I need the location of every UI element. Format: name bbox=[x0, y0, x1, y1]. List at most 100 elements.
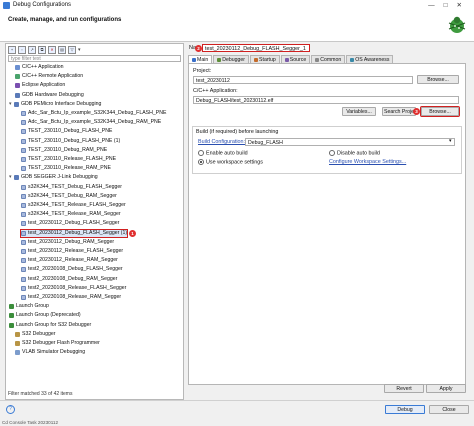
main-tab-panel: Project: test_20230112 Browse... C/C++ A… bbox=[188, 63, 466, 385]
revert-button[interactable]: Revert bbox=[384, 384, 424, 393]
console-tab[interactable]: Cd Console Task 20230112 bbox=[2, 420, 58, 425]
config-type-icon bbox=[21, 276, 26, 282]
tree-item[interactable]: TEST_230110_Debug_FLASH_PNE (1) bbox=[21, 138, 120, 145]
maximize-icon[interactable]: □ bbox=[444, 2, 457, 9]
duplicate-icon[interactable]: ⧉ bbox=[38, 45, 46, 54]
tree-group[interactable]: ▾ GDB SEGGER J-Link Debugging bbox=[9, 174, 98, 181]
minimize-icon[interactable]: — bbox=[428, 2, 444, 9]
tree-item-label: S32 Debugger Flash Programmer bbox=[22, 340, 100, 346]
tree-item-label: GDB Hardware Debugging bbox=[22, 91, 84, 98]
config-type-icon bbox=[15, 74, 20, 80]
config-type-icon bbox=[21, 267, 26, 273]
tree-item[interactable]: TEST_230110_Debug_RAM_PNE bbox=[21, 147, 107, 154]
tree-item[interactable]: C/C++ Application bbox=[15, 64, 64, 71]
tree-item[interactable]: TEST_230110_Release_RAM_PNE bbox=[21, 165, 111, 172]
dialog-header: Create, manage, and run configurations bbox=[0, 11, 474, 42]
project-browse-button[interactable]: Browse... bbox=[417, 75, 459, 84]
workspace-radio[interactable]: Use workspace settings bbox=[198, 158, 263, 166]
project-field[interactable]: test_20230112 bbox=[193, 76, 413, 84]
tree-item[interactable]: s32K344_TEST_Debug_FLASH_Segger bbox=[21, 184, 122, 191]
tree-item-label: s32K344_TEST_Debug_RAM_Segger bbox=[28, 192, 117, 199]
tree-item-label: S32 Debugger bbox=[22, 330, 56, 337]
disable-auto-radio[interactable]: Disable auto build bbox=[329, 149, 380, 156]
filter-icon[interactable]: ▽ bbox=[68, 45, 76, 54]
new-prototype-icon[interactable]: ▫ bbox=[18, 45, 26, 54]
config-type-icon bbox=[21, 166, 26, 172]
search-project-button[interactable]: Search Proje bbox=[382, 107, 416, 116]
tree-item[interactable]: s32K344_TEST_Release_FLASH_Segger bbox=[21, 202, 126, 209]
tree-item-label: C/C++ Application bbox=[22, 64, 64, 70]
close-icon[interactable]: ✕ bbox=[457, 2, 471, 9]
config-type-icon bbox=[21, 258, 26, 264]
tree-item-label: test2_20230108_Debug_FLASH_Segger bbox=[28, 266, 123, 273]
enable-auto-radio[interactable]: Enable auto build bbox=[198, 149, 248, 156]
tree-item-label: test_20230112_Debug_FLASH_Segger bbox=[28, 220, 120, 227]
tree-item[interactable]: test_20230112_Release_FLASH_Segger bbox=[21, 248, 123, 255]
tree-item[interactable]: test2_20230108_Debug_FLASH_Segger bbox=[21, 266, 123, 273]
tree-item[interactable]: Launch Group for S32 Debugger bbox=[9, 322, 91, 329]
tree-item-label: test_20230112_Release_FLASH_Segger bbox=[28, 248, 124, 254]
workspace-label: Use workspace settings bbox=[206, 159, 263, 166]
dropdown-chevron-icon[interactable]: ▾ bbox=[449, 138, 452, 144]
tree-item[interactable]: test_20230112_Debug_RAM_Segger bbox=[21, 239, 114, 246]
tree-item-label: TEST_230110_Debug_FLASH_PNE (1) bbox=[28, 137, 121, 144]
tree-item[interactable]: S32 Debugger Flash Programmer bbox=[15, 340, 100, 347]
project-label: Project: bbox=[193, 68, 212, 74]
filter-input[interactable]: type filter text bbox=[8, 55, 181, 62]
apply-button[interactable]: Apply bbox=[426, 384, 466, 393]
config-name-input[interactable]: test_20230112_Debug_FLASH_Segger_1 bbox=[202, 44, 310, 52]
tree-item[interactable]: test_20230112_Debug_FLASH_Segger bbox=[21, 220, 119, 227]
filter-menu-chevron-icon[interactable]: ▾ bbox=[78, 47, 81, 53]
config-type-icon bbox=[21, 249, 26, 254]
tree-item-label: TEST_230110_Debug_RAM_PNE bbox=[28, 146, 108, 153]
dialog-heading: Create, manage, and run configurations bbox=[8, 17, 122, 23]
config-type-icon bbox=[21, 184, 26, 190]
tree-item[interactable]: Launch Group (Deprecated) bbox=[9, 312, 81, 319]
tree-item-label: s32K344_TEST_Debug_FLASH_Segger bbox=[28, 183, 123, 190]
tree-item[interactable]: s32K344_TEST_Release_RAM_Segger bbox=[21, 211, 121, 218]
dialog-footer: ? Debug Close Cd Console Task 20230112 bbox=[0, 400, 474, 426]
config-type-icon bbox=[21, 129, 26, 135]
tree-item[interactable]: test2_20230108_Release_FLASH_Segger bbox=[21, 285, 126, 292]
collapse-all-icon[interactable]: ▤ bbox=[58, 45, 66, 54]
build-config-select[interactable]: Debug_FLASH bbox=[245, 138, 455, 146]
tree-item[interactable]: TEST_230110_Release_FLASH_PNE bbox=[21, 156, 116, 163]
tree-item[interactable]: test_20230112_Release_RAM_Segger bbox=[21, 257, 118, 264]
tree-item[interactable]: S32 Debugger bbox=[15, 331, 55, 338]
config-type-icon bbox=[21, 212, 26, 218]
delete-icon[interactable]: ✕ bbox=[48, 45, 56, 54]
configure-workspace-link[interactable]: Configure Workspace Settings... bbox=[329, 159, 406, 165]
tree-item-label: TEST_230110_Release_RAM_PNE bbox=[28, 165, 111, 172]
marker-1: 1 bbox=[129, 229, 136, 237]
tree-item[interactable]: GDB Hardware Debugging bbox=[15, 92, 84, 99]
app-browse-button[interactable]: Browse... bbox=[420, 106, 460, 117]
tree-group[interactable]: ▾ GDB PEMicro Interface Debugging bbox=[9, 101, 101, 108]
config-type-icon bbox=[21, 193, 26, 199]
close-button[interactable]: Close bbox=[429, 405, 469, 414]
tree-item[interactable]: s32K344_TEST_Debug_RAM_Segger bbox=[21, 193, 117, 200]
tree-item[interactable]: test_20230112_Debug_FLASH_Segger (1) bbox=[19, 228, 129, 238]
tree-item[interactable]: Adc_Sar_Bctu_Ip_example_S32K344_Debug_FL… bbox=[21, 110, 166, 117]
tree-item[interactable]: test2_20230108_Release_RAM_Segger bbox=[21, 294, 121, 301]
config-type-icon bbox=[21, 203, 26, 208]
config-type-icon bbox=[15, 92, 20, 98]
config-type-icon bbox=[9, 304, 14, 310]
variables-button[interactable]: Variables... bbox=[342, 107, 376, 116]
tree-item[interactable]: Launch Group bbox=[9, 303, 49, 310]
build-config-link[interactable]: Build Configuration: bbox=[198, 139, 245, 145]
new-config-icon[interactable]: + bbox=[8, 45, 16, 54]
tree-item-label: test_20230112_Debug_FLASH_Segger (1) bbox=[28, 229, 128, 236]
tree-item[interactable]: C/C++ Remote Application bbox=[15, 73, 83, 80]
app-field[interactable]: Debug_FLASH/test_20230112.elf bbox=[193, 96, 459, 104]
window-controls[interactable]: —□✕ bbox=[428, 1, 471, 9]
help-icon[interactable]: ? bbox=[6, 405, 15, 414]
debug-button[interactable]: Debug bbox=[385, 405, 425, 414]
tree-item[interactable]: Adc_Sar_Bctu_Ip_example_S32K344_Debug_RA… bbox=[21, 119, 161, 126]
tree-item[interactable]: TEST_230110_Debug_FLASH_PNE bbox=[21, 128, 112, 135]
tree-item[interactable]: test2_20230108_Debug_RAM_Segger bbox=[21, 276, 117, 283]
export-icon[interactable]: ↗ bbox=[28, 45, 36, 54]
debug-bug-icon bbox=[448, 16, 466, 33]
tree-item[interactable]: Eclipse Application bbox=[15, 82, 65, 89]
tree-item[interactable]: VLAB Simulator Debugging bbox=[15, 349, 85, 356]
tab-icon bbox=[284, 58, 289, 62]
